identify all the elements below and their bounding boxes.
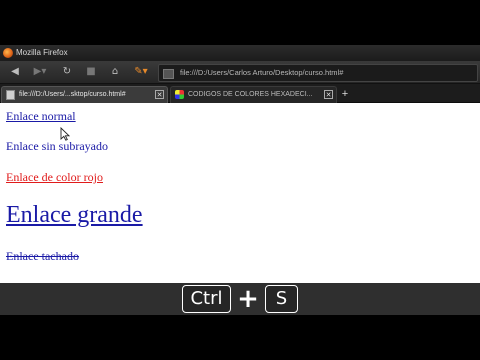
plus-icon: + xyxy=(341,88,349,100)
url-text: file:///D:/Users/Carlos Arturo/Desktop/c… xyxy=(180,68,344,77)
back-button[interactable]: ◀ xyxy=(6,64,24,80)
navigation-toolbar: ◀ ▶▾ ↻ ■ ⌂ ✎▾ file:///D:/Users/Carlos Ar… xyxy=(0,61,480,84)
tab-codigos-colores[interactable]: CODIGOS DE COLORES HEXADECI... ✕ xyxy=(170,86,337,103)
addon-button[interactable]: ✎▾ xyxy=(128,64,154,80)
link-enlace-grande[interactable]: Enlace grande xyxy=(6,202,143,229)
stop-button[interactable]: ■ xyxy=(82,64,100,80)
ctrl-key: Ctrl xyxy=(182,285,231,313)
window-title: Mozilla Firefox xyxy=(16,48,68,57)
back-arrow-icon: ◀ xyxy=(11,66,19,77)
new-tab-button[interactable]: + xyxy=(339,86,351,102)
file-icon xyxy=(6,90,15,100)
screen: Mozilla Firefox ◀ ▶▾ ↻ ■ ⌂ ✎▾ file:///D:… xyxy=(0,0,480,360)
reload-icon: ↻ xyxy=(62,66,72,77)
close-icon[interactable]: ✕ xyxy=(155,90,164,99)
pencil-icon: ✎▾ xyxy=(134,66,148,77)
title-bar: Mozilla Firefox xyxy=(0,45,480,61)
link-color-rojo[interactable]: Enlace de color rojo xyxy=(6,170,103,185)
firefox-logo-icon xyxy=(3,48,13,58)
home-button[interactable]: ⌂ xyxy=(106,64,124,80)
link-enlace-normal[interactable]: Enlace normal xyxy=(6,109,76,124)
s-key: S xyxy=(265,285,298,313)
tab-label: CODIGOS DE COLORES HEXADECI... xyxy=(188,91,313,98)
home-icon: ⌂ xyxy=(111,66,119,77)
close-icon[interactable]: ✕ xyxy=(324,90,333,99)
page-content: Enlace normal Enlace sin subrayado Enlac… xyxy=(0,103,480,283)
link-enlace-tachado[interactable]: Enlace tachado xyxy=(6,249,79,264)
plus-sign: + xyxy=(237,284,259,314)
reload-button[interactable]: ↻ xyxy=(58,64,76,80)
url-bar[interactable]: file:///D:/Users/Carlos Arturo/Desktop/c… xyxy=(158,64,478,82)
color-palette-icon xyxy=(175,90,184,99)
tab-curso[interactable]: file:///D:/Users/...sktop/curso.html# ✕ xyxy=(1,86,168,103)
stop-icon: ■ xyxy=(86,66,96,77)
link-sin-subrayado[interactable]: Enlace sin subrayado xyxy=(6,139,108,154)
mouse-cursor-icon xyxy=(60,127,70,141)
tab-strip: file:///D:/Users/...sktop/curso.html# ✕ … xyxy=(0,84,480,103)
forward-arrow-icon: ▶▾ xyxy=(33,66,47,77)
tab-label: file:///D:/Users/...sktop/curso.html# xyxy=(19,91,126,98)
forward-button[interactable]: ▶▾ xyxy=(28,64,52,80)
page-file-icon xyxy=(163,69,174,79)
keyboard-shortcut-overlay: Ctrl + S xyxy=(0,283,480,315)
